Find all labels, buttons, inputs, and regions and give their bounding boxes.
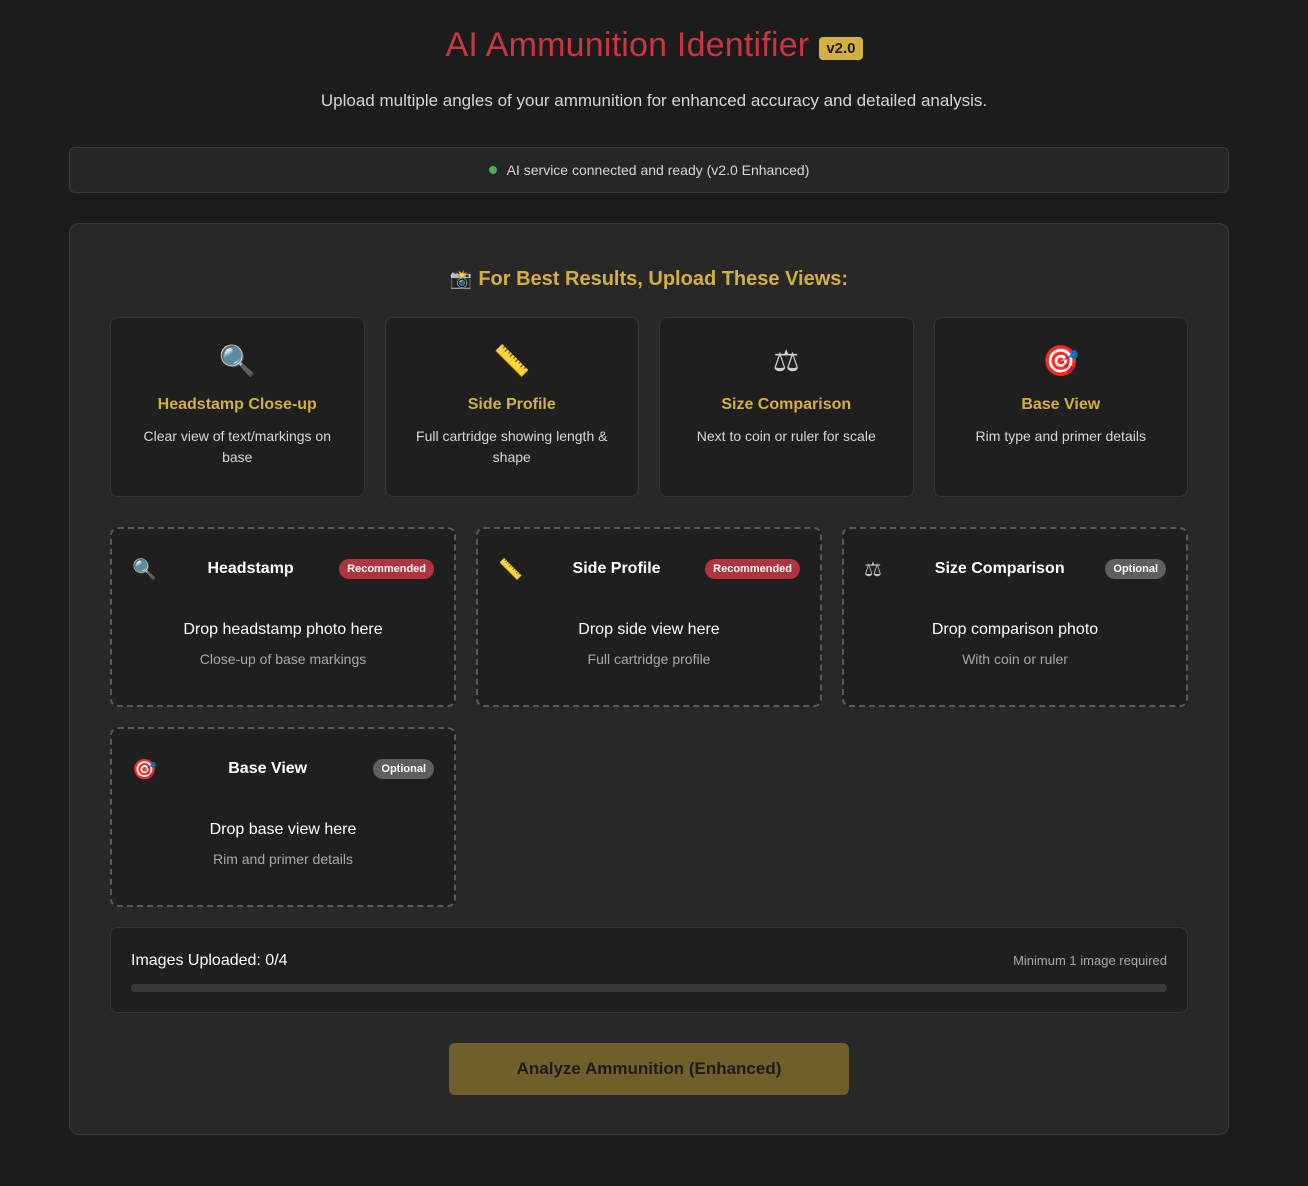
service-status-bar: AI service connected and ready (v2.0 Enh… [69,147,1229,193]
status-text: AI service connected and ready (v2.0 Enh… [506,162,810,178]
dropzone-hint: Rim and primer details [212,851,354,867]
camera-flash-icon: 📸 [449,269,473,289]
scales-icon: ⚖ [864,558,882,581]
dropzone-hint: Full cartridge profile [587,651,711,667]
optional-badge: Optional [1105,559,1166,579]
minimum-note: Minimum 1 image required [1013,953,1167,968]
dropzone-header: 🎯 Base View Optional [132,755,434,783]
dropzone-hint: With coin or ruler [962,651,1068,667]
dropzone-title: Headstamp [207,560,294,577]
version-badge: v2.0 [819,37,863,60]
ruler-icon: 📏 [493,345,531,378]
dropzone-prompt: Drop headstamp photo here [183,621,383,638]
dropzone-side-profile[interactable]: 📏 Side Profile Recommended Drop side vie… [476,527,822,707]
target-icon: 🎯 [132,758,157,781]
dropzone-title: Side Profile [572,560,661,577]
upload-count: Images Uploaded: 0/4 [131,952,288,969]
page-subtitle: Upload multiple angles of your ammunitio… [320,91,988,110]
upload-panel: 📸 For Best Results, Upload These Views: 🔍… [69,223,1229,1135]
recommended-badge: Recommended [705,559,800,579]
tip-card-headstamp: 🔍 Headstamp Close-up Clear view of text/… [110,317,365,497]
recommended-badge: Recommended [339,559,434,579]
tip-card-size-comparison: ⚖ Size Comparison Next to coin or ruler … [659,317,914,497]
dropzone-hint: Close-up of base markings [199,651,367,667]
dropzone-base-view[interactable]: 🎯 Base View Optional Drop base view here… [110,727,456,907]
magnifier-icon: 🔍 [132,558,157,581]
dropzone-header: 🔍 Headstamp Recommended [132,555,434,583]
dropzone-header: 📏 Side Profile Recommended [498,555,800,583]
tip-title: Headstamp Close-up [157,396,317,413]
tip-description: Next to coin or ruler for scale [696,428,876,444]
tip-card-side-profile: 📏 Side Profile Full cartridge showing le… [384,317,639,497]
header: AI Ammunition Identifier v2.0 Upload mul… [0,0,1308,111]
upload-progress: Images Uploaded: 0/4 Minimum 1 image req… [110,927,1188,1013]
tip-title: Size Comparison [721,396,852,413]
scales-icon: ⚖ [772,345,800,378]
dropzone-prompt: Drop side view here [578,621,720,638]
ruler-icon: 📏 [498,558,523,581]
tips-heading: 📸 For Best Results, Upload These Views: [70,268,1228,291]
dropzone-headstamp[interactable]: 🔍 Headstamp Recommended Drop headstamp p… [110,527,456,707]
tip-description: Full cartridge showing length & shape [416,428,608,465]
dropzone-prompt: Drop comparison photo [931,621,1099,638]
tip-title: Base View [1021,396,1101,413]
tip-description: Clear view of text/markings on base [143,428,332,465]
progress-track [131,984,1167,992]
dropzone-header: ⚖ Size Comparison Optional [864,555,1166,583]
page-title: AI Ammunition Identifier [445,26,810,64]
dropzone-prompt: Drop base view here [209,821,357,838]
tips-grid: 🔍 Headstamp Close-up Clear view of text/… [110,317,1188,497]
tip-title: Side Profile [467,396,556,413]
magnifier-icon: 🔍 [218,345,256,378]
dropzone-size-comparison[interactable]: ⚖ Size Comparison Optional Drop comparis… [842,527,1188,707]
analyze-button[interactable]: Analyze Ammunition (Enhanced) [449,1043,849,1095]
tips-heading-text: For Best Results, Upload These Views: [478,268,849,290]
title-row: AI Ammunition Identifier v2.0 [0,26,1308,65]
dropzone-title: Base View [228,760,308,777]
tip-description: Rim type and primer details [975,428,1146,444]
tip-card-base-view: 🎯 Base View Rim type and primer details [933,317,1188,497]
optional-badge: Optional [373,759,434,779]
target-icon: 🎯 [1042,345,1080,378]
dropzone-title: Size Comparison [934,560,1065,577]
status-dot-icon [488,166,497,174]
